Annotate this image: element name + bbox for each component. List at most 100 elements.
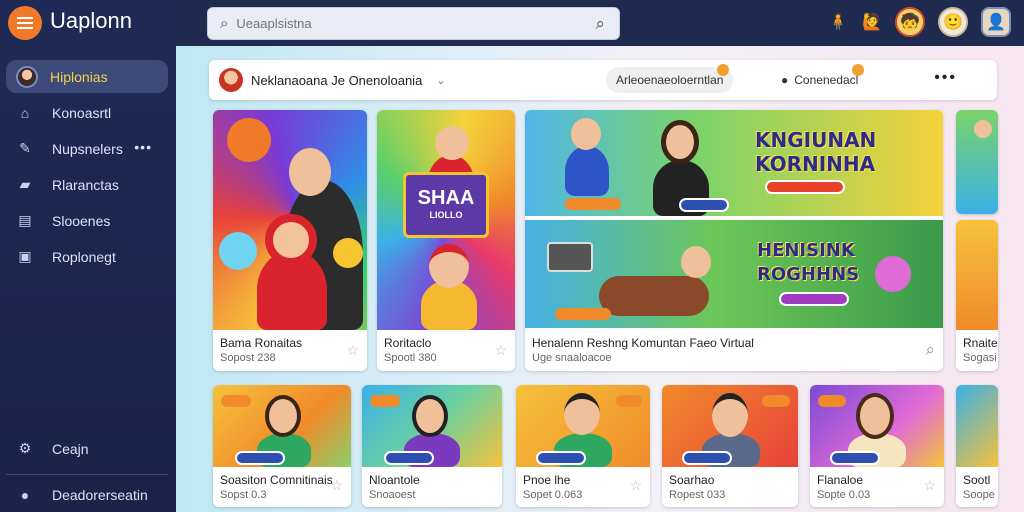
kid-waving-icon[interactable]: 🙋 — [857, 7, 887, 37]
sign-line-1: SHAA — [417, 187, 475, 209]
game-sign: SHAA LIOLLO — [403, 172, 489, 238]
card-title: Soasiton Comnitinais — [220, 473, 333, 487]
card-title: Rnaite — [963, 336, 998, 350]
search-submit-icon[interactable]: ⌕ — [595, 14, 605, 34]
more-icon[interactable]: ••• — [934, 69, 957, 87]
sidebar-item-1[interactable]: Hiplonias — [6, 60, 168, 93]
tag-bar — [679, 198, 729, 212]
sidebar-divider — [6, 474, 168, 475]
pin-icon: ● — [781, 73, 789, 87]
star-icon[interactable]: ☆ — [923, 477, 936, 494]
sidebar-item-6[interactable]: ▣ Roplonegt — [6, 240, 168, 273]
card-title: Flanaloe — [817, 473, 864, 487]
ball-icon — [333, 238, 363, 268]
tag-pill — [818, 395, 846, 407]
video-card[interactable]: Nloantole Snoaoest — [362, 385, 502, 507]
video-card[interactable]: Soasiton Comnitinais Sopst 0.3 ☆ — [213, 385, 351, 507]
card-thumbnail — [662, 385, 798, 467]
tag-pill — [616, 395, 642, 407]
video-card[interactable]: Soarhao Ropest 033 — [662, 385, 798, 507]
card-subtitle: Sopet 0.063 — [523, 489, 583, 501]
filter-chip[interactable]: Arleoenaeoloerntlan — [606, 64, 734, 93]
star-icon[interactable]: ☆ — [494, 342, 507, 359]
card-title: Bama Ronaitas — [220, 336, 303, 350]
search-input[interactable] — [236, 16, 567, 31]
card-title: Pnoe lhe — [523, 473, 571, 487]
video-card-partial[interactable]: Sootl Soope — [956, 385, 998, 507]
gear-icon: ⚙ — [18, 440, 32, 456]
featured-banner-top: KNGIUNAN KORNINHA — [525, 110, 943, 216]
video-card[interactable]: Pnoe lhe Sopet 0.063 ☆ — [516, 385, 650, 507]
star-icon[interactable]: ☆ — [346, 342, 359, 359]
bubble-icon — [219, 232, 257, 270]
sidebar-item-3[interactable]: ✎ Nupsnelers ••• — [6, 132, 168, 165]
card-title: Henalenn Reshng Komuntan Faeo Virtual — [532, 336, 754, 350]
tag-bar — [682, 451, 732, 465]
banner-text-3: HENISINK — [757, 240, 855, 261]
star-icon[interactable]: ☆ — [330, 477, 343, 494]
search-bar: ⌕ ⌕ — [207, 7, 620, 40]
top-bar: ⌕ ⌕ 🧍 🙋 🧒 🙂 👤 — [176, 0, 1024, 46]
more-icon[interactable]: ••• — [134, 139, 152, 155]
sidebar-item-label: Konoasrtl — [52, 104, 112, 121]
app-title: Uaplonn — [50, 8, 132, 33]
tag-pill — [555, 308, 611, 320]
card-thumbnail: SHAA LIOLLO — [377, 110, 515, 330]
card-thumbnail — [956, 385, 998, 467]
host-head — [974, 120, 992, 138]
sidebar-item-settings[interactable]: ⚙ Ceajn — [6, 432, 168, 465]
video-card[interactable]: SHAA LIOLLO Roritaclo Spootl 380 ☆ — [377, 110, 515, 371]
sidebar-item-2[interactable]: ⌂ Konoasrtl — [6, 96, 168, 129]
video-card-partial[interactable]: Rnaite Sogasi — [956, 220, 998, 371]
card-title: Roritaclo — [384, 336, 432, 350]
chevron-down-icon[interactable]: ⌄ — [436, 74, 445, 87]
featured-banner-bottom: HENISINK ROGHHNS — [525, 220, 943, 328]
card-subtitle: Sopst 0.3 — [220, 489, 267, 501]
host-head — [681, 246, 711, 278]
card-subtitle: Snoaoest — [369, 489, 416, 501]
star-icon[interactable]: ☆ — [629, 477, 642, 494]
tag-bar — [765, 180, 845, 194]
card-thumbnail — [810, 385, 944, 467]
child-head — [429, 244, 469, 288]
contact-chip[interactable]: ● Conenedacl — [771, 64, 869, 93]
tag-pill — [762, 395, 790, 407]
host-head — [289, 148, 331, 196]
profile-avatar-icon[interactable]: 👤 — [981, 7, 1011, 37]
tag-bar — [536, 451, 586, 465]
sidebar-item-label: Ceajn — [52, 440, 89, 457]
avatar-icon[interactable]: 🧒 — [895, 7, 925, 37]
avatar-icon[interactable]: 🙂 — [938, 7, 968, 37]
featured-card[interactable]: KNGIUNAN KORNINHA HENISINK ROGHHNS Henal… — [525, 110, 943, 371]
video-card[interactable]: Bama Ronaitas Sopost 238 ☆ — [213, 110, 367, 371]
sidebar-item-4[interactable]: ▰ Rlaranctas — [6, 168, 168, 201]
host-head — [564, 393, 600, 435]
tag-bar — [779, 292, 849, 306]
mascot-head — [435, 126, 469, 160]
host-head — [265, 395, 301, 437]
sidebar: Uaplonn Hiplonias ⌂ Konoasrtl ✎ Nupsnele… — [0, 0, 176, 512]
card-subtitle: Soope — [963, 489, 995, 501]
card-subtitle: Ropest 033 — [669, 489, 726, 501]
tag-pill — [565, 198, 621, 210]
banner-text-2: KORNINHA — [755, 152, 876, 176]
video-card[interactable]: Flanaloe Sopte 0.03 ☆ — [810, 385, 944, 507]
host-head — [571, 118, 601, 150]
sidebar-item-5[interactable]: ▤ Slooenes — [6, 204, 168, 237]
card-title: Soarhao — [669, 473, 715, 487]
video-card-partial[interactable] — [956, 110, 998, 214]
menu-icon[interactable] — [8, 6, 42, 40]
folder-icon: ▰ — [19, 176, 31, 192]
host-figure — [599, 276, 709, 316]
card-thumbnail — [956, 220, 998, 330]
search-icon[interactable]: ⌕ — [925, 340, 935, 360]
sidebar-item-label: Rlaranctas — [52, 176, 119, 193]
card-subtitle: Sopost 238 — [220, 352, 276, 364]
page-header: Neklanaoana Je Onenoloania ⌄ Arleoenaeol… — [209, 60, 997, 100]
badge-icon — [717, 64, 730, 76]
kid-figure-icon[interactable]: 🧍 — [823, 7, 853, 37]
card-thumbnail — [213, 385, 351, 467]
sidebar-item-profile[interactable]: ● Deadorerseatin — [6, 478, 168, 511]
channel-avatar — [219, 68, 243, 92]
console-icon — [547, 242, 593, 272]
